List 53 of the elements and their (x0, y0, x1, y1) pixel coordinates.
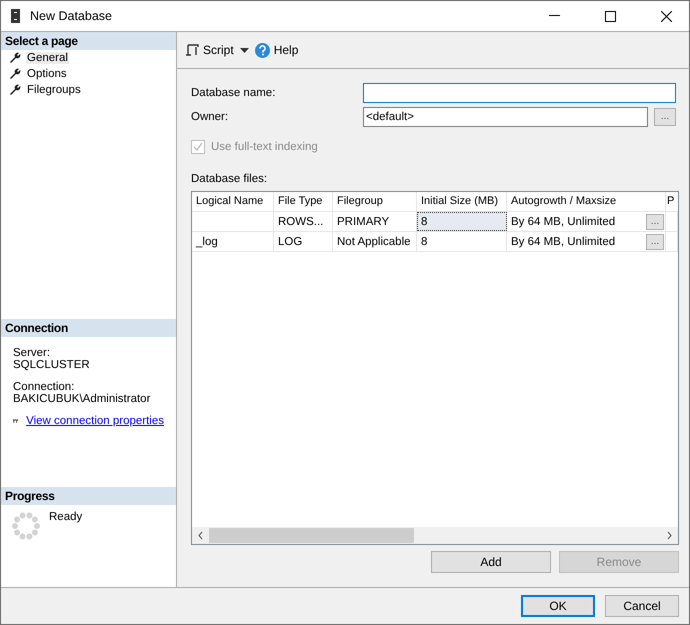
help-button[interactable]: Help (254, 42, 298, 58)
section-header: Connection (1, 319, 176, 337)
close-icon (660, 10, 672, 22)
table-cell[interactable]: Not Applicable (333, 232, 417, 251)
dropdown-caret-icon[interactable] (240, 48, 249, 52)
table-cell[interactable]: _log (192, 232, 274, 251)
column-header[interactable]: File Type (274, 192, 333, 211)
dialog-button[interactable]: OK (521, 595, 595, 617)
connection-properties-link[interactable]: View connection properties (26, 415, 164, 427)
page-item[interactable]: Filegroups (26, 84, 82, 96)
table-cell[interactable]: ROWS... (274, 212, 333, 231)
section-header: Progress (1, 487, 176, 505)
grid-action-button[interactable]: Add (431, 551, 551, 573)
table-cell[interactable]: By 64 MB, Unlimited ... (507, 232, 666, 251)
column-header[interactable]: P (666, 192, 678, 211)
script-button[interactable]: Script (185, 43, 234, 57)
wrench-icon (9, 52, 21, 64)
autogrowth-button[interactable]: ... (646, 234, 664, 250)
horizontal-scrollbar[interactable] (192, 527, 678, 544)
autogrowth-button[interactable]: ... (646, 214, 664, 230)
field-label: Owner: (191, 110, 230, 122)
table-cell[interactable]: By 64 MB, Unlimited ... (507, 212, 666, 231)
dialog-button[interactable]: Cancel (605, 595, 679, 617)
progress-status: Ready (49, 511, 82, 525)
connection-label: Connection: (13, 381, 76, 393)
script-icon (185, 43, 199, 57)
browse-button[interactable]: ... (654, 108, 676, 126)
column-header[interactable]: Logical Name (192, 192, 274, 211)
server-label: Server: (13, 347, 52, 359)
wrench-icon (9, 68, 21, 80)
window-title: New Database (30, 9, 113, 23)
table-cell[interactable]: 8 (417, 212, 507, 231)
connection-user: BAKICUBUK\Administrator (13, 393, 152, 405)
maximize-icon (604, 10, 616, 22)
table-cell[interactable]: LOG (274, 232, 333, 251)
section-label: Database files: (191, 173, 268, 185)
page-item[interactable]: General (26, 52, 69, 64)
help-icon (254, 42, 270, 58)
page-item[interactable]: Options (26, 68, 68, 80)
column-header[interactable]: Autogrowth / Maxsize (507, 192, 666, 211)
database-name-field[interactable] (363, 82, 676, 102)
server-icon (11, 9, 20, 23)
wrench-icon (9, 84, 21, 96)
column-header[interactable]: Filegroup (333, 192, 417, 211)
section-header: Select a page (1, 32, 176, 50)
checkbox-label: Use full-text indexing (211, 140, 319, 152)
owner-field[interactable]: <default> (363, 106, 648, 126)
server-name: SQLCLUSTER (13, 359, 91, 371)
column-header[interactable]: Initial Size (MB) (417, 192, 507, 211)
field-label: Database name: (191, 86, 276, 98)
minimize-icon (548, 15, 560, 17)
spinner-icon (11, 511, 41, 541)
table-cell[interactable]: 8 (417, 232, 507, 251)
